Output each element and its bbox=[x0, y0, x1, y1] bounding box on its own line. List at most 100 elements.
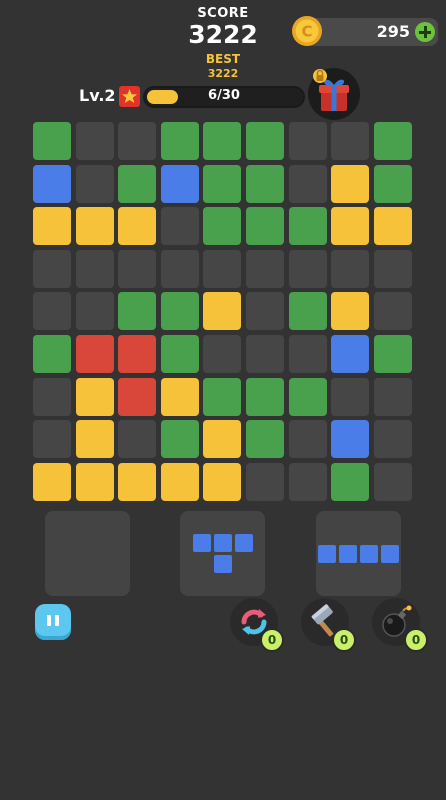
board-cell-empty[interactable] bbox=[76, 250, 114, 288]
board-cell-green[interactable] bbox=[161, 420, 199, 458]
board-cell-yellow[interactable] bbox=[331, 207, 369, 245]
board-cell-empty[interactable] bbox=[331, 122, 369, 160]
board-cell-yellow[interactable] bbox=[76, 463, 114, 501]
board-cell-yellow[interactable] bbox=[374, 207, 412, 245]
board-cell-empty[interactable] bbox=[374, 420, 412, 458]
board-cell-yellow[interactable] bbox=[203, 463, 241, 501]
board-cell-green[interactable] bbox=[118, 165, 156, 203]
board-cell-empty[interactable] bbox=[33, 292, 71, 330]
game-board[interactable] bbox=[33, 122, 413, 502]
board-cell-empty[interactable] bbox=[118, 250, 156, 288]
board-cell-empty[interactable] bbox=[203, 335, 241, 373]
board-cell-empty[interactable] bbox=[161, 250, 199, 288]
piece-tray-t-piece[interactable] bbox=[180, 511, 265, 596]
board-cell-yellow[interactable] bbox=[331, 165, 369, 203]
board-cell-empty[interactable] bbox=[289, 463, 327, 501]
board-cell-green[interactable] bbox=[374, 165, 412, 203]
piece-tray-i-piece[interactable] bbox=[316, 511, 401, 596]
board-cell-green[interactable] bbox=[203, 165, 241, 203]
star-icon bbox=[119, 86, 140, 107]
board-cell-green[interactable] bbox=[203, 378, 241, 416]
board-cell-green[interactable] bbox=[331, 463, 369, 501]
board-cell-green[interactable] bbox=[246, 165, 284, 203]
board-cell-yellow[interactable] bbox=[161, 378, 199, 416]
board-cell-green[interactable] bbox=[161, 292, 199, 330]
board-cell-green[interactable] bbox=[374, 335, 412, 373]
board-cell-empty[interactable] bbox=[76, 292, 114, 330]
coin-icon: C bbox=[291, 15, 323, 47]
board-cell-empty[interactable] bbox=[33, 250, 71, 288]
board-cell-empty[interactable] bbox=[289, 420, 327, 458]
board-cell-empty[interactable] bbox=[289, 335, 327, 373]
board-cell-green[interactable] bbox=[374, 122, 412, 160]
board-cell-green[interactable] bbox=[161, 335, 199, 373]
board-cell-empty[interactable] bbox=[76, 122, 114, 160]
board-cell-blue[interactable] bbox=[331, 420, 369, 458]
board-cell-empty[interactable] bbox=[33, 420, 71, 458]
board-cell-empty[interactable] bbox=[289, 250, 327, 288]
board-cell-empty[interactable] bbox=[203, 250, 241, 288]
board-cell-green[interactable] bbox=[289, 292, 327, 330]
board-cell-blue[interactable] bbox=[331, 335, 369, 373]
board-cell-yellow[interactable] bbox=[33, 463, 71, 501]
board-cell-green[interactable] bbox=[246, 122, 284, 160]
board-cell-green[interactable] bbox=[33, 335, 71, 373]
board-cell-empty[interactable] bbox=[246, 335, 284, 373]
pause-icon bbox=[47, 615, 51, 626]
pause-button[interactable] bbox=[35, 604, 71, 640]
board-cell-green[interactable] bbox=[246, 378, 284, 416]
board-cell-empty[interactable] bbox=[161, 207, 199, 245]
board-cell-green[interactable] bbox=[33, 122, 71, 160]
board-cell-empty[interactable] bbox=[289, 122, 327, 160]
board-cell-empty[interactable] bbox=[374, 250, 412, 288]
board-cell-green[interactable] bbox=[203, 207, 241, 245]
board-cell-yellow[interactable] bbox=[76, 420, 114, 458]
board-cell-empty[interactable] bbox=[76, 165, 114, 203]
t-piece-block bbox=[214, 534, 232, 552]
board-cell-yellow[interactable] bbox=[118, 207, 156, 245]
board-cell-empty[interactable] bbox=[246, 292, 284, 330]
board-cell-green[interactable] bbox=[203, 122, 241, 160]
board-cell-empty[interactable] bbox=[289, 165, 327, 203]
board-cell-yellow[interactable] bbox=[118, 463, 156, 501]
piece-tray-empty[interactable] bbox=[45, 511, 130, 596]
board-cell-green[interactable] bbox=[289, 378, 327, 416]
board-cell-empty[interactable] bbox=[331, 378, 369, 416]
board-cell-empty[interactable] bbox=[331, 250, 369, 288]
board-cell-yellow[interactable] bbox=[203, 420, 241, 458]
board-cell-yellow[interactable] bbox=[76, 207, 114, 245]
board-cell-red[interactable] bbox=[118, 378, 156, 416]
board-cell-empty[interactable] bbox=[246, 250, 284, 288]
board-cell-red[interactable] bbox=[76, 335, 114, 373]
board-cell-empty[interactable] bbox=[374, 292, 412, 330]
shuffle-count: 0 bbox=[260, 628, 284, 652]
board-cell-empty[interactable] bbox=[118, 420, 156, 458]
gift-icon[interactable] bbox=[306, 66, 362, 122]
board-cell-blue[interactable] bbox=[161, 165, 199, 203]
level-label: Lv.2 bbox=[79, 86, 116, 105]
add-coins-button[interactable] bbox=[415, 22, 435, 42]
game-screen: SCORE 3222 BEST 3222 C 295 Lv.2 6/30 0 0… bbox=[0, 0, 446, 800]
board-cell-green[interactable] bbox=[118, 292, 156, 330]
board-cell-yellow[interactable] bbox=[203, 292, 241, 330]
board-cell-empty[interactable] bbox=[118, 122, 156, 160]
board-cell-green[interactable] bbox=[246, 207, 284, 245]
t-piece-block bbox=[193, 534, 211, 552]
board-cell-empty[interactable] bbox=[246, 463, 284, 501]
t-piece-block bbox=[235, 534, 253, 552]
board-cell-empty[interactable] bbox=[374, 378, 412, 416]
board-cell-green[interactable] bbox=[246, 420, 284, 458]
board-cell-blue[interactable] bbox=[33, 165, 71, 203]
board-cell-empty[interactable] bbox=[33, 378, 71, 416]
i-piece-block bbox=[381, 545, 399, 563]
board-cell-yellow[interactable] bbox=[33, 207, 71, 245]
coin-symbol: C bbox=[301, 23, 312, 41]
board-cell-green[interactable] bbox=[289, 207, 327, 245]
board-cell-yellow[interactable] bbox=[161, 463, 199, 501]
board-cell-empty[interactable] bbox=[374, 463, 412, 501]
board-cell-red[interactable] bbox=[118, 335, 156, 373]
board-cell-green[interactable] bbox=[161, 122, 199, 160]
coin-amount: 295 bbox=[376, 22, 410, 41]
board-cell-yellow[interactable] bbox=[331, 292, 369, 330]
board-cell-yellow[interactable] bbox=[76, 378, 114, 416]
